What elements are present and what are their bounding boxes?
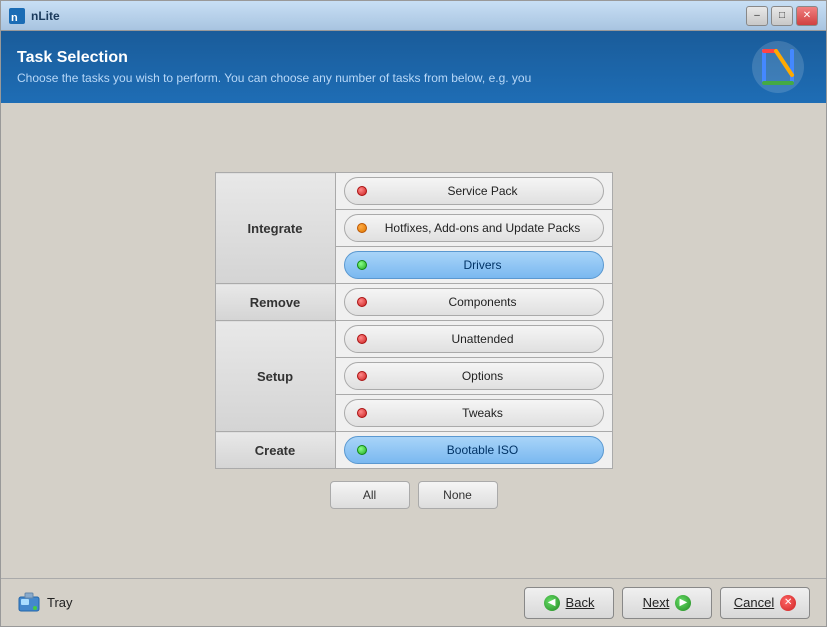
unattended-label: Unattended	[375, 332, 591, 346]
cancel-label: Cancel	[734, 595, 774, 610]
back-button[interactable]: ◀ Back	[524, 587, 614, 619]
hotfixes-label: Hotfixes, Add-ons and Update Packs	[375, 221, 591, 235]
next-arrow-icon: ▶	[675, 595, 691, 611]
create-row: Create Bootable ISO	[215, 432, 612, 469]
header-title: Task Selection	[17, 49, 746, 67]
task-table: Integrate Service Pack	[215, 172, 613, 469]
tray-label: Tray	[47, 595, 73, 610]
options-label: Options	[375, 369, 591, 383]
header-logo	[746, 37, 810, 97]
title-bar: n nLite – □ ✕	[1, 1, 826, 31]
hotfixes-button[interactable]: Hotfixes, Add-ons and Update Packs	[344, 214, 604, 242]
options-dot	[357, 371, 367, 381]
service-pack-button[interactable]: Service Pack	[344, 177, 604, 205]
main-window: n nLite – □ ✕ Task Selection Choose the …	[0, 0, 827, 627]
service-pack-dot	[357, 186, 367, 196]
components-label: Components	[375, 295, 591, 309]
remove-row: Remove Components	[215, 284, 612, 321]
create-category: Create	[215, 432, 335, 469]
cancel-icon: ✕	[780, 595, 796, 611]
integrate-row: Integrate Service Pack	[215, 173, 612, 210]
minimize-button[interactable]: –	[746, 6, 768, 26]
bootable-iso-dot	[357, 445, 367, 455]
setup-unattended-row: Setup Unattended	[215, 321, 612, 358]
footer-buttons: ◀ Back Next ▶ Cancel ✕	[524, 587, 810, 619]
tray-section: Tray	[17, 591, 73, 615]
integrate-category: Integrate	[215, 173, 335, 284]
maximize-button[interactable]: □	[771, 6, 793, 26]
header-text: Task Selection Choose the tasks you wish…	[17, 49, 746, 85]
title-bar-controls: – □ ✕	[746, 6, 818, 26]
content-area: Integrate Service Pack	[215, 172, 613, 509]
components-button[interactable]: Components	[344, 288, 604, 316]
bootable-iso-button[interactable]: Bootable ISO	[344, 436, 604, 464]
close-button[interactable]: ✕	[796, 6, 818, 26]
cancel-button[interactable]: Cancel ✕	[720, 587, 810, 619]
components-dot	[357, 297, 367, 307]
header-subtitle: Choose the tasks you wish to perform. Yo…	[17, 71, 746, 85]
bulk-buttons: All None	[215, 481, 613, 509]
tweaks-label: Tweaks	[375, 406, 591, 420]
service-pack-label: Service Pack	[375, 184, 591, 198]
bootable-iso-label: Bootable ISO	[375, 443, 591, 457]
back-arrow-icon: ◀	[544, 595, 560, 611]
all-button[interactable]: All	[330, 481, 410, 509]
svg-text:n: n	[11, 12, 18, 24]
tweaks-button[interactable]: Tweaks	[344, 399, 604, 427]
footer: Tray ◀ Back Next ▶ Cancel ✕	[1, 578, 826, 626]
back-label: Back	[566, 595, 595, 610]
drivers-label: Drivers	[375, 258, 591, 272]
none-button[interactable]: None	[418, 481, 498, 509]
next-label: Next	[643, 595, 670, 610]
app-icon: n	[9, 8, 25, 24]
remove-category: Remove	[215, 284, 335, 321]
header-banner: Task Selection Choose the tasks you wish…	[1, 31, 826, 103]
title-bar-left: n nLite	[9, 8, 60, 24]
nlite-logo	[750, 39, 806, 95]
next-button[interactable]: Next ▶	[622, 587, 712, 619]
unattended-button[interactable]: Unattended	[344, 325, 604, 353]
unattended-dot	[357, 334, 367, 344]
options-button[interactable]: Options	[344, 362, 604, 390]
setup-category: Setup	[215, 321, 335, 432]
window-title: nLite	[31, 9, 60, 23]
hotfixes-dot	[357, 223, 367, 233]
tray-icon	[17, 591, 41, 615]
drivers-dot	[357, 260, 367, 270]
drivers-button[interactable]: Drivers	[344, 251, 604, 279]
main-content: Integrate Service Pack	[1, 103, 826, 578]
tweaks-dot	[357, 408, 367, 418]
